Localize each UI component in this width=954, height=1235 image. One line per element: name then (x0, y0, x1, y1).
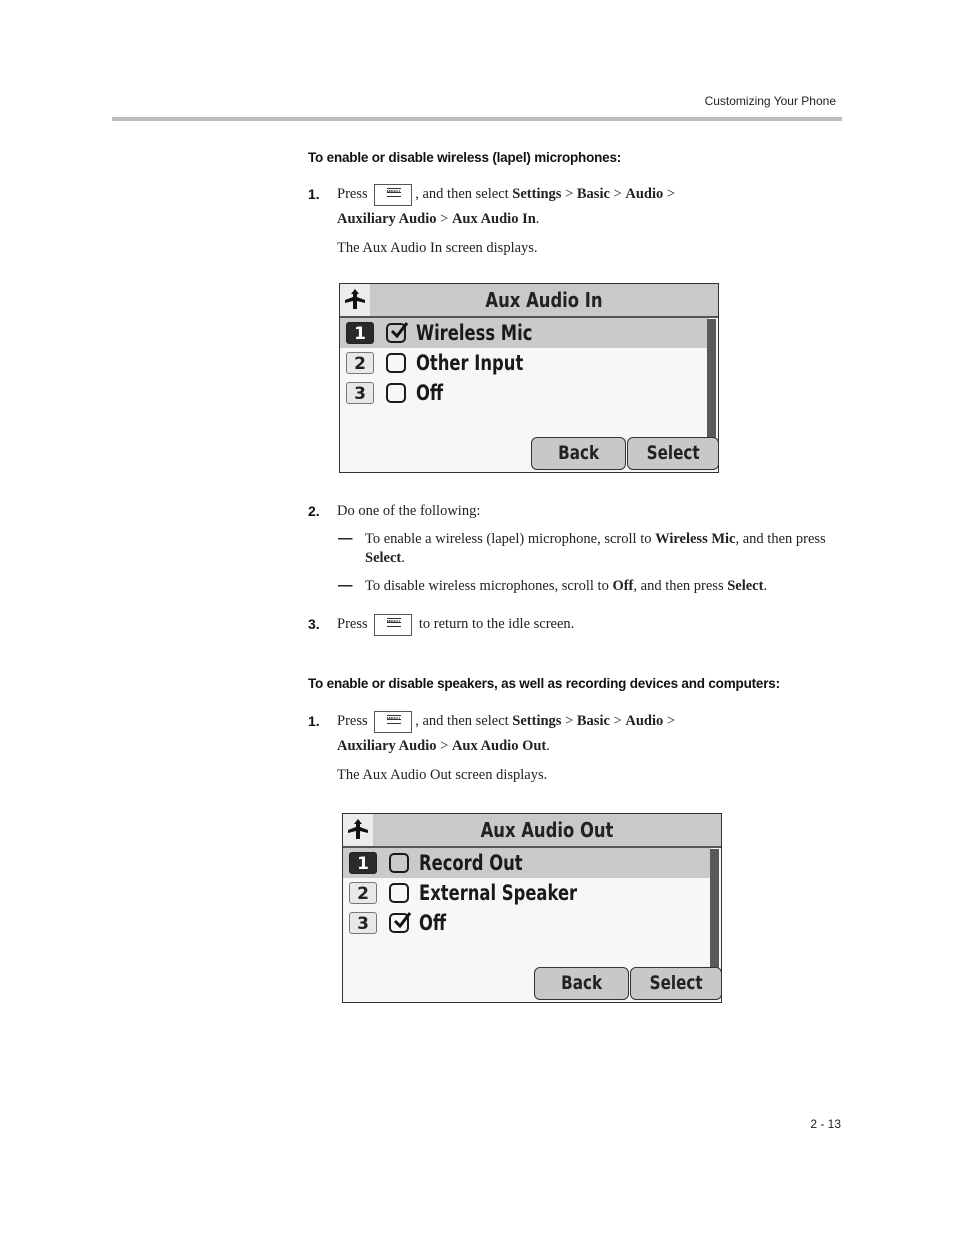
item-label: Off (419, 911, 447, 935)
item-number-badge: 3 (346, 382, 374, 404)
item-label: Wireless Mic (416, 321, 533, 345)
item-number-badge: 2 (349, 882, 377, 904)
select-softkey[interactable]: Select (630, 967, 722, 1000)
checkbox-unchecked[interactable] (389, 883, 409, 903)
step-result: The Aux Audio Out screen displays. (337, 767, 548, 783)
step-number: 1. (308, 186, 320, 202)
screen-list-item[interactable]: 3 Off (340, 378, 708, 408)
checkbox-checked[interactable] (389, 912, 412, 933)
menu-path-item: Settings (512, 186, 562, 202)
back-softkey[interactable]: Back (531, 437, 626, 470)
phone-screen-aux-audio-in: Aux Audio In 1 Wireless Mic 2 Other Inpu… (339, 283, 719, 473)
menu-path-item: Auxiliary Audio (337, 211, 437, 227)
step-number: 3. (308, 616, 320, 632)
bullet-dash: — (338, 578, 353, 594)
menu-path-item: Basic (576, 186, 610, 202)
step-text: Do one of the following: (337, 503, 481, 519)
select-softkey[interactable]: Select (627, 437, 719, 470)
step-result: The Aux Audio In screen displays. (337, 240, 538, 256)
bullet-text: To disable wireless microphones, scroll … (365, 578, 768, 594)
step-text: Press MENU to return to the idle screen. (337, 612, 574, 637)
screen-list-item[interactable]: 1 Record Out (343, 848, 711, 878)
item-number-badge: 3 (349, 912, 377, 934)
screen-title-bar: Aux Audio Out (343, 814, 721, 848)
screen-title: Aux Audio Out (480, 818, 614, 842)
item-label: External Speaker (419, 881, 578, 905)
menu-path-item: Auxiliary Audio (337, 738, 437, 754)
procedure-heading-speakers: To enable or disable speakers, as well a… (308, 676, 780, 691)
running-header: Customizing Your Phone (704, 94, 836, 108)
phone-screen-aux-audio-out: Aux Audio Out 1 Record Out 2 External Sp… (342, 813, 722, 1003)
back-softkey[interactable]: Back (534, 967, 629, 1000)
step-number: 2. (308, 503, 320, 519)
menu-key-icon: MENU (374, 613, 413, 636)
scrollbar[interactable] (710, 849, 719, 969)
scrollbar[interactable] (707, 319, 716, 439)
screen-title-bar: Aux Audio In (340, 284, 718, 318)
menu-path-item: Basic (576, 713, 610, 729)
item-number-badge: 1 (349, 852, 377, 874)
procedure-heading-microphones: To enable or disable wireless (lapel) mi… (308, 150, 622, 165)
checkbox-unchecked[interactable] (389, 853, 409, 873)
item-number-badge: 1 (346, 322, 374, 344)
header-rule (112, 117, 842, 121)
menu-path-item: Audio (625, 186, 664, 202)
bullet-text: To enable a wireless (lapel) microphone,… (365, 531, 826, 566)
item-number-badge: 2 (346, 352, 374, 374)
screen-list-item[interactable]: 2 External Speaker (343, 878, 711, 908)
menu-path-item: Aux Audio Out (451, 738, 547, 754)
home-icon[interactable] (343, 814, 373, 846)
menu-path-item: Audio (625, 713, 664, 729)
item-label: Other Input (416, 351, 524, 375)
step-number: 1. (308, 713, 320, 729)
checkbox-unchecked[interactable] (386, 353, 406, 373)
step-text: Press MENU, and then select Settings > B… (337, 709, 837, 759)
item-label: Off (416, 381, 444, 405)
screen-list-item[interactable]: 1 Wireless Mic (340, 318, 708, 348)
menu-path-item: Settings (512, 713, 562, 729)
screen-list-item[interactable]: 3 Off (343, 908, 711, 938)
item-label: Record Out (419, 851, 523, 875)
menu-key-icon: MENU (374, 183, 413, 206)
screen-list-item[interactable]: 2 Other Input (340, 348, 708, 378)
menu-key-icon: MENU (374, 710, 413, 733)
page-number: 2 - 13 (810, 1117, 841, 1131)
step-text: Press MENU, and then select Settings > B… (337, 182, 837, 232)
checkbox-checked[interactable] (386, 322, 409, 343)
home-icon[interactable] (340, 284, 370, 316)
bullet-dash: — (338, 531, 353, 547)
checkbox-unchecked[interactable] (386, 383, 406, 403)
menu-path-item: Aux Audio In (451, 211, 536, 227)
screen-title: Aux Audio In (485, 288, 603, 312)
